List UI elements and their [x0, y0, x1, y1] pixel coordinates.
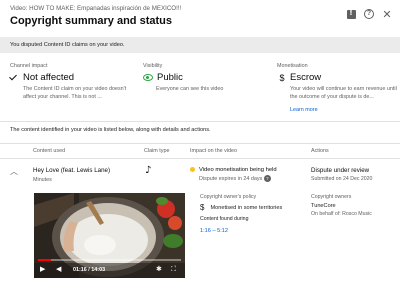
card-description: The Content ID claim on your video doesn… — [23, 86, 127, 100]
video-progress-track[interactable] — [38, 259, 181, 261]
visibility-value: Public — [157, 72, 183, 83]
action-status: Dispute under review — [311, 167, 370, 174]
owner-behalf: On behalf of: Rosco Music — [311, 211, 372, 217]
owners-heading: Copyright owners — [311, 194, 352, 200]
visibility-card: Visibility Public Everyone can see this … — [143, 59, 271, 117]
help-icon: ? — [364, 9, 374, 19]
found-timestamp-link[interactable]: 1:16 – 5:12 — [200, 228, 228, 234]
impact-status: Video monetisation being held — [190, 167, 277, 173]
card-value: Public — [143, 72, 183, 83]
chevron-up-icon[interactable]: ︿ — [10, 168, 18, 176]
claim-title: Hey Love (feat. Lewis Lane) — [33, 167, 111, 174]
card-description: Everyone can see this video — [156, 86, 224, 92]
play-icon[interactable]: ▶ — [40, 266, 45, 273]
claim-subtitle: Minutes — [33, 177, 52, 183]
settings-icon[interactable]: ✱ — [156, 266, 162, 273]
dollar-icon: $ — [279, 72, 285, 83]
music-note-icon: ♪ — [145, 165, 152, 176]
column-header-actions: Actions — [311, 148, 329, 154]
monetisation-card: Monetisation $ Escrow Your video will con… — [277, 59, 397, 117]
found-heading: Content found during — [200, 216, 249, 222]
card-heading: Visibility — [143, 63, 163, 69]
dialog-title: Copyright summary and status — [10, 15, 172, 27]
column-header-claim-type: Claim type — [144, 148, 170, 154]
dispute-notice-text: You disputed Content ID claims on your v… — [10, 42, 125, 48]
dialog-header: Video: HOW TO MAKE: Empanadas inspiració… — [0, 0, 400, 34]
channel-impact-value: Not affected — [23, 72, 75, 83]
divider — [0, 143, 400, 144]
video-progress-fill — [38, 259, 51, 261]
dispute-expiry-text: Dispute expires in 24 days — [199, 175, 263, 182]
eye-icon — [143, 74, 153, 81]
volume-icon[interactable]: ◀ — [56, 266, 61, 273]
video-title-line: Video: HOW TO MAKE: Empanadas inspiració… — [10, 5, 182, 12]
monetisation-value: Escrow — [290, 72, 322, 83]
close-icon: ✕ — [382, 7, 392, 21]
action-submitted: Submitted on 24 Dec 2020 — [311, 176, 373, 182]
video-time: 01:16 / 14:03 — [73, 267, 106, 273]
help-button[interactable]: ? — [362, 7, 376, 21]
card-description: Your video will continue to earn revenue… — [290, 86, 397, 100]
dispute-notice: You disputed Content ID claims on your v… — [0, 37, 400, 53]
feedback-icon — [346, 9, 356, 19]
policy-heading: Copyright owner's policy — [200, 194, 257, 200]
info-icon[interactable]: ? — [263, 175, 271, 182]
status-dot-icon — [190, 167, 195, 172]
divider — [0, 158, 400, 159]
column-header-impact: Impact on the video — [190, 148, 238, 154]
policy-value: $ Monetised in some territories — [200, 203, 282, 212]
card-heading: Channel impact — [10, 63, 48, 69]
close-button[interactable]: ✕ — [380, 7, 394, 21]
card-value: $ Escrow — [277, 72, 321, 83]
feedback-button[interactable] — [344, 7, 358, 21]
column-header-content: Content used — [33, 148, 66, 154]
divider — [0, 121, 400, 122]
dollar-icon: $ — [200, 203, 205, 212]
dispute-expiry: Dispute expires in 24 days ? — [199, 175, 271, 182]
learn-more-link[interactable]: Learn more — [290, 107, 318, 113]
owner-name: TuneCore — [311, 203, 336, 209]
policy-value-text: Monetised in some territories — [210, 204, 283, 211]
channel-impact-card: Channel impact Not affected The Content … — [10, 59, 130, 117]
fullscreen-icon[interactable]: ⛶ — [171, 266, 176, 273]
impact-text: Video monetisation being held — [199, 167, 277, 174]
content-note: The content identified in your video is … — [10, 127, 211, 133]
card-value: Not affected — [10, 72, 74, 83]
card-heading: Monetisation — [277, 63, 308, 69]
check-icon — [10, 73, 19, 82]
